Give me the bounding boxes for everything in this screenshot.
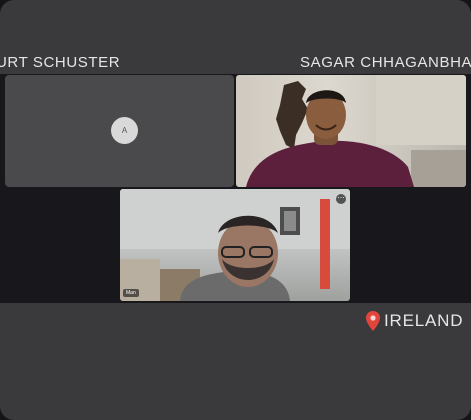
location-text: IRELAND: [384, 311, 464, 330]
video-tile-avatar[interactable]: A: [5, 75, 234, 187]
meeting-window: URT SCHUSTER SAGAR CHHAGANBHA A ⋯ Man IR…: [0, 0, 471, 420]
map-pin-icon: [366, 311, 380, 331]
video-tile-bottom[interactable]: ⋯ Man: [120, 189, 350, 301]
participant-name-right: SAGAR CHHAGANBHA: [300, 54, 471, 71]
participant-name-left: URT SCHUSTER: [0, 54, 121, 71]
avatar: A: [111, 117, 138, 144]
participant-name-tag: Man: [123, 289, 139, 297]
location-label: IRELAND: [366, 311, 463, 331]
webcam-video: [246, 75, 466, 187]
tile-menu-button[interactable]: ⋯: [336, 194, 346, 204]
video-tile-sagar[interactable]: [236, 75, 466, 187]
webcam-video: [120, 189, 350, 301]
